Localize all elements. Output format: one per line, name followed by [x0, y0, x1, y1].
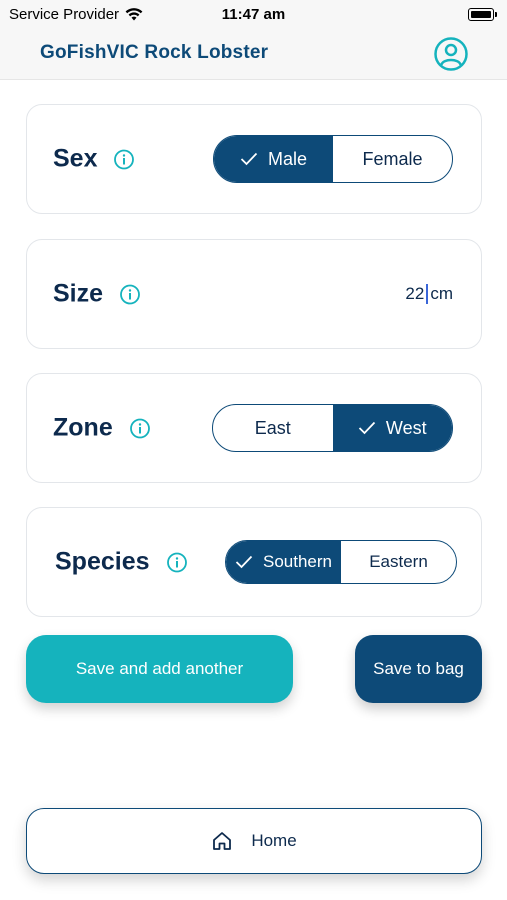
check-icon: [235, 555, 253, 569]
home-button[interactable]: Home: [26, 808, 482, 874]
save-to-bag-button[interactable]: Save to bag: [355, 635, 482, 703]
zone-toggle: East West: [212, 404, 453, 452]
size-label: Size: [53, 279, 104, 308]
zone-card: Zone East West: [26, 373, 482, 483]
sex-option-male[interactable]: Male: [214, 136, 333, 182]
species-option-eastern-label: Eastern: [369, 552, 428, 571]
size-card: Size 22 cm: [26, 239, 482, 349]
save-and-add-another-button[interactable]: Save and add another: [26, 635, 293, 703]
sex-label-group: Sex: [53, 145, 135, 174]
species-option-eastern[interactable]: Eastern: [341, 541, 456, 583]
battery-icon: [468, 8, 497, 21]
info-icon[interactable]: [166, 551, 188, 573]
species-option-southern[interactable]: Southern: [226, 541, 341, 583]
info-icon[interactable]: [119, 283, 141, 305]
zone-option-west-label: West: [385, 417, 427, 438]
species-option-southern-label: Southern: [263, 552, 332, 571]
sex-option-female-label: Female: [362, 148, 423, 169]
page-title: GoFishVIC Rock Lobster: [40, 42, 269, 63]
zone-label-group: Zone: [53, 414, 151, 443]
size-input-value[interactable]: 22: [405, 284, 424, 304]
status-time: 11:47 am: [221, 6, 286, 23]
header: GoFishVIC Rock Lobster: [0, 30, 507, 80]
zone-option-east-label: East: [254, 417, 291, 438]
user-circle-icon[interactable]: [433, 36, 469, 72]
size-unit: cm: [430, 284, 453, 303]
zone-option-east[interactable]: East: [213, 405, 333, 451]
sex-toggle: Male Female: [213, 135, 453, 183]
sex-option-female[interactable]: Female: [333, 136, 452, 182]
size-input[interactable]: 22 cm: [405, 284, 453, 304]
zone-option-west[interactable]: West: [332, 405, 452, 451]
status-bar: Service Provider 11:47 am: [0, 0, 507, 30]
sex-label: Sex: [53, 144, 98, 173]
check-icon: [240, 152, 258, 166]
species-label-group: Species: [55, 548, 188, 577]
size-label-group: Size: [53, 280, 141, 309]
zone-label: Zone: [53, 413, 113, 442]
sex-card: Sex Male Female: [26, 104, 482, 214]
home-icon: [213, 832, 232, 850]
info-icon[interactable]: [129, 417, 151, 439]
check-icon: [358, 421, 376, 435]
species-label: Species: [55, 547, 150, 576]
home-label: Home: [251, 831, 297, 850]
info-icon[interactable]: [113, 148, 135, 170]
species-toggle: Southern Eastern: [225, 540, 457, 584]
species-card: Species Southern Eastern: [26, 507, 482, 617]
text-cursor: [426, 284, 429, 304]
sex-option-male-label: Male: [267, 148, 307, 169]
